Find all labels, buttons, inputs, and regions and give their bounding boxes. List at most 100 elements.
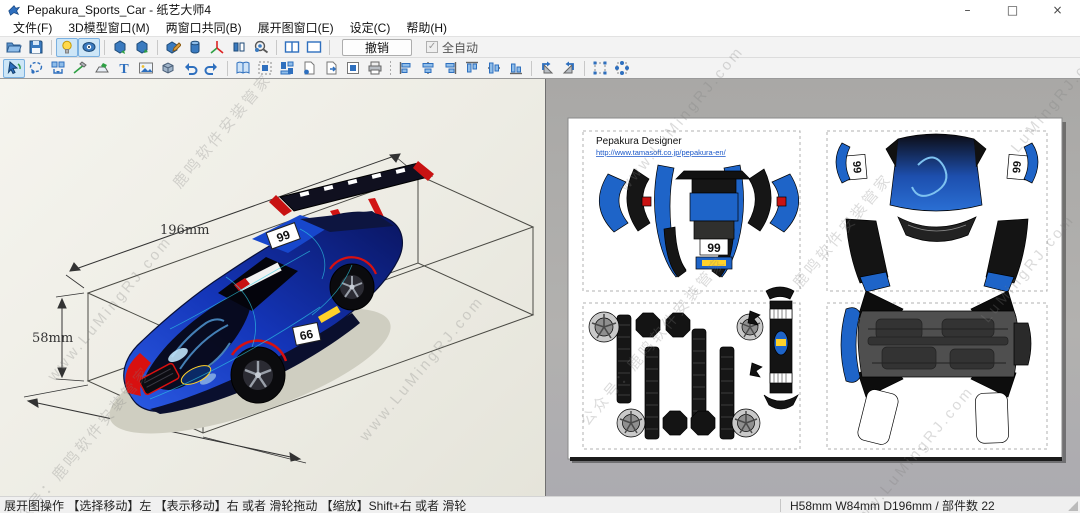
divide-parts-button[interactable] <box>47 59 69 78</box>
pattern-hood-number-right: 66 <box>1009 160 1022 173</box>
page-export-icon <box>345 60 361 76</box>
mirror-button[interactable] <box>228 38 250 57</box>
lasso-select-button[interactable] <box>25 59 47 78</box>
menu-pattern-window[interactable]: 展开图窗口(E) <box>250 18 342 37</box>
printer-icon <box>367 60 383 76</box>
rotate-view-left-button[interactable] <box>109 38 131 57</box>
floppy-icon <box>28 39 44 55</box>
page-add-icon <box>301 60 317 76</box>
checkbox-check-icon: ✓ <box>426 41 438 53</box>
redo-arrow-icon <box>204 60 220 76</box>
undo-button[interactable] <box>179 59 201 78</box>
open-button[interactable] <box>3 38 25 57</box>
align-middle-icon <box>486 60 502 76</box>
draw-line-icon <box>72 60 88 76</box>
single-view-button[interactable] <box>303 38 325 57</box>
align-middle-button[interactable] <box>483 59 505 78</box>
rotate-part-left-icon <box>539 60 555 76</box>
model-3d-viewport[interactable]: 196mm 58mm 84mm <box>0 79 546 497</box>
undo-arrow-icon <box>182 60 198 76</box>
edit-model-button[interactable] <box>162 38 184 57</box>
align-top-button[interactable] <box>461 59 483 78</box>
align-left-button[interactable] <box>395 59 417 78</box>
book-button[interactable] <box>232 59 254 78</box>
light-toggle-button[interactable] <box>56 38 78 57</box>
auto-unfold-label: 全自动 <box>442 39 478 56</box>
open-folder-icon <box>6 39 22 55</box>
light-toggle-icon <box>59 39 75 55</box>
rotate-view-right-button[interactable] <box>131 38 153 57</box>
rotate-part-left-button[interactable] <box>536 59 558 78</box>
image-tool-icon <box>138 60 154 76</box>
save-button[interactable] <box>25 38 47 57</box>
cylinder-icon <box>187 39 203 55</box>
menu-help[interactable]: 帮助(H) <box>398 18 455 37</box>
toolbar-main: 撤销 ✓ 全自动 <box>0 36 1080 57</box>
axes-button[interactable] <box>206 38 228 57</box>
align-bottom-button[interactable] <box>505 59 527 78</box>
auto-layout-button[interactable] <box>276 59 298 78</box>
window-title: Pepakura_Sports_Car - 纸艺大师4 <box>27 1 211 18</box>
status-bar: 展开图操作 【选择移动】左 【表示移动】右 或者 滑轮拖动 【缩放】Shift+… <box>0 496 1080 513</box>
app-icon <box>7 3 21 17</box>
text-tool-button[interactable]: T <box>113 59 135 78</box>
edit-flaps-button[interactable] <box>91 59 113 78</box>
bounding-select-button[interactable] <box>589 59 611 78</box>
draw-line-button[interactable] <box>69 59 91 78</box>
car-3d-model: 99 66 <box>96 161 434 459</box>
auto-unfold-checkbox[interactable]: ✓ 全自动 <box>426 39 478 56</box>
two-pane-icon <box>284 39 300 55</box>
status-model-size: H58mm W84mm D196mm / 部件数 22 <box>790 497 995 513</box>
select-parts-icon <box>257 60 273 76</box>
select-move-button[interactable] <box>3 59 25 78</box>
rotate-part-right-button[interactable] <box>558 59 580 78</box>
rotate-cube-left-icon <box>112 39 128 55</box>
undo-action-button[interactable]: 撤销 <box>342 39 412 56</box>
page-export-button[interactable] <box>342 59 364 78</box>
menu-bar: 文件(F) 3D模型窗口(M) 两窗口共同(B) 展开图窗口(E) 设定(C) … <box>0 19 1080 36</box>
main-area: 196mm 58mm 84mm <box>0 78 1080 496</box>
redo-button[interactable] <box>201 59 223 78</box>
lasso-icon <box>28 60 44 76</box>
bounding-select-icon <box>592 60 608 76</box>
texture-toggle-button[interactable] <box>78 38 100 57</box>
toolbar-pattern: T <box>0 57 1080 78</box>
title-bar[interactable]: Pepakura_Sports_Car - 纸艺大师4 – □ × <box>0 0 1080 19</box>
pepakura-window: Pepakura_Sports_Car - 纸艺大师4 – □ × 文件(F) … <box>0 0 1080 513</box>
show-3d-button[interactable] <box>157 59 179 78</box>
pattern-2d-viewport[interactable]: Pepakura Designer http://www.tamasoft.co… <box>546 79 1080 497</box>
maximize-button[interactable]: □ <box>990 0 1035 19</box>
auto-layout-icon <box>279 60 295 76</box>
close-button[interactable]: × <box>1035 0 1080 19</box>
split-view-button[interactable] <box>281 38 303 57</box>
status-hint-text: 展开图操作 【选择移动】左 【表示移动】右 或者 滑轮拖动 【缩放】Shift+… <box>0 497 466 513</box>
menu-settings[interactable]: 设定(C) <box>342 18 399 37</box>
status-divider <box>780 499 781 512</box>
resize-grip-icon[interactable] <box>1068 501 1078 511</box>
align-right-icon <box>442 60 458 76</box>
axes-icon <box>209 39 225 55</box>
dimension-height: 58mm <box>32 293 84 381</box>
pattern-header-url: http://www.tamasoft.co.jp/pepakura-en/ <box>596 148 727 157</box>
menu-3d-window[interactable]: 3D模型窗口(M) <box>60 18 157 37</box>
snap-points-button[interactable] <box>611 59 633 78</box>
rotate-part-right-icon <box>561 60 577 76</box>
textured-view-icon <box>81 39 97 55</box>
select-parts-button[interactable] <box>254 59 276 78</box>
menu-both-windows[interactable]: 两窗口共同(B) <box>158 18 250 37</box>
divide-parts-icon <box>50 60 66 76</box>
image-tool-button[interactable] <box>135 59 157 78</box>
page-add-button[interactable] <box>298 59 320 78</box>
page-next-button[interactable] <box>320 59 342 78</box>
primitive-button[interactable] <box>184 38 206 57</box>
view-reset-button[interactable] <box>250 38 272 57</box>
pattern-header-title: Pepakura Designer <box>596 136 682 147</box>
align-center-h-button[interactable] <box>417 59 439 78</box>
print-button[interactable] <box>364 59 386 78</box>
cursor-rotate-icon <box>6 60 22 76</box>
align-center-h-icon <box>420 60 436 76</box>
menu-file[interactable]: 文件(F) <box>5 18 60 37</box>
minimize-button[interactable]: – <box>945 0 990 19</box>
align-right-button[interactable] <box>439 59 461 78</box>
cube-pencil-icon <box>165 39 181 55</box>
